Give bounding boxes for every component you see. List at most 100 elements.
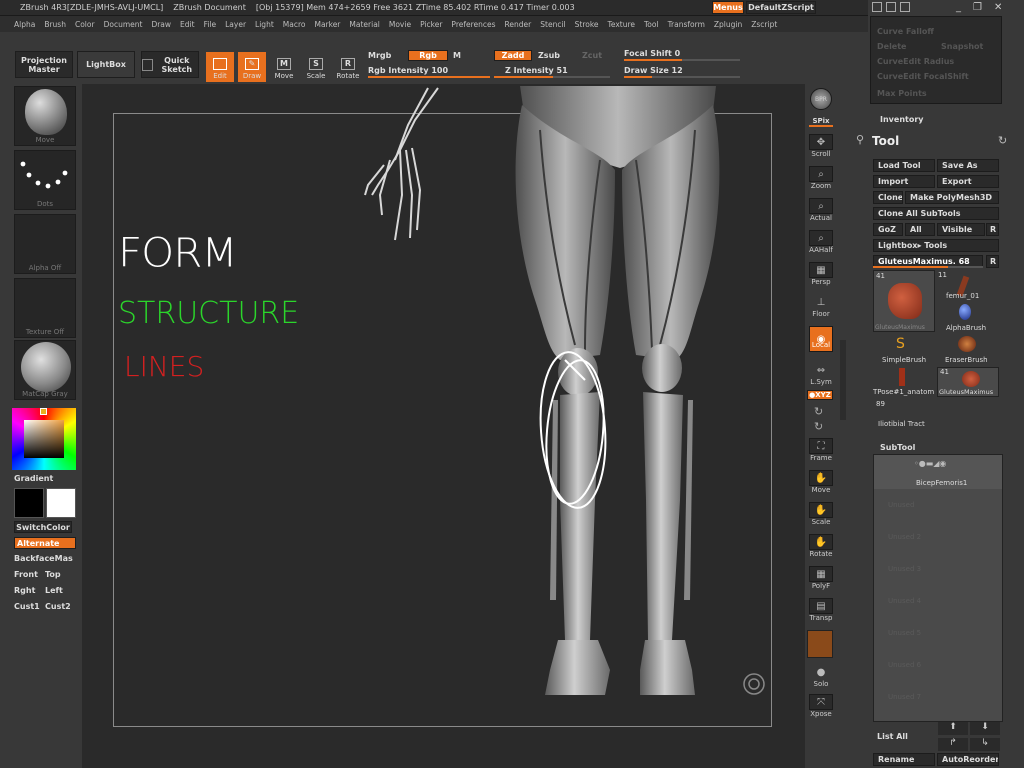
tool-panel-title[interactable]: Tool	[872, 134, 899, 148]
texture-picker[interactable]: Texture Off	[14, 278, 76, 338]
projection-master-button[interactable]: Projection Master	[15, 51, 73, 78]
goz-all-button[interactable]: All	[905, 223, 935, 236]
menu-item-macro[interactable]: Macro	[283, 20, 306, 29]
menu-item-layer[interactable]: Layer	[225, 20, 246, 29]
menu-item-color[interactable]: Color	[75, 20, 95, 29]
rgb-button[interactable]: Rgb	[408, 50, 448, 61]
tool-simplebrush[interactable]: SimpleBrush	[882, 356, 926, 364]
draw-button[interactable]: ✎ Draw	[238, 52, 266, 82]
zadd-button[interactable]: Zadd	[494, 50, 532, 61]
color-picker[interactable]	[12, 408, 76, 470]
spix-button[interactable]: SPix	[808, 117, 834, 127]
xpose-button[interactable]: ⤧ Xpose	[808, 694, 834, 718]
menu-item-render[interactable]: Render	[505, 20, 532, 29]
frame-button[interactable]: ⛶ Frame	[808, 438, 834, 462]
secondary-color-swatch[interactable]	[14, 488, 44, 518]
menus-button[interactable]: Menus	[712, 1, 744, 14]
max-points-slider[interactable]: Max Points	[877, 89, 927, 98]
tool-pin-icon[interactable]: ⚲	[856, 133, 864, 146]
list-all-button[interactable]: List All	[873, 729, 935, 743]
menu-item-brush[interactable]: Brush	[44, 20, 66, 29]
persp-button[interactable]: ▦ Persp	[808, 262, 834, 286]
top-view-button[interactable]: Top	[45, 570, 61, 579]
local-button[interactable]: ◉ Local	[808, 326, 834, 352]
menu-item-stencil[interactable]: Stencil	[540, 20, 565, 29]
front-view-button[interactable]: Front	[14, 570, 38, 579]
menu-item-light[interactable]: Light	[255, 20, 274, 29]
z-intensity-slider[interactable]	[494, 76, 610, 78]
brush-picker[interactable]: Move	[14, 86, 76, 146]
alpha-picker[interactable]: Alpha Off	[14, 214, 76, 274]
rename-button[interactable]: Rename	[873, 753, 935, 766]
save-as-button[interactable]: Save As	[937, 159, 999, 172]
material-picker[interactable]: MatCap Gray	[14, 340, 76, 400]
menu-item-transform[interactable]: Transform	[668, 20, 705, 29]
curveedit-radius-slider[interactable]: CurveEdit Radius	[877, 57, 954, 66]
arrow-down-right-icon[interactable]: ↳	[970, 738, 1000, 751]
tray-window-icon-3[interactable]	[900, 2, 910, 12]
current-tool-r-button[interactable]: R	[986, 255, 999, 268]
zsub-button[interactable]: Zsub	[538, 51, 560, 60]
make-polymesh-button[interactable]: Make PolyMesh3D	[905, 191, 999, 204]
import-button[interactable]: Import	[873, 175, 935, 188]
goz-visible-button[interactable]: Visible	[937, 223, 985, 236]
lightbox-button[interactable]: LightBox	[77, 51, 135, 78]
menu-item-zscript[interactable]: Zscript	[751, 20, 777, 29]
draw-size-slider[interactable]	[624, 76, 740, 78]
tool-thumb-gluteus2[interactable]: 41 GluteusMaximus	[937, 367, 999, 397]
tray-window-icon-1[interactable]	[872, 2, 882, 12]
bpr-button[interactable]: BPR	[808, 88, 834, 110]
move-up-icon[interactable]: ⬆	[938, 722, 968, 735]
load-tool-button[interactable]: Load Tool	[873, 159, 935, 172]
default-zscript-button[interactable]: DefaultZScript	[746, 1, 816, 14]
edit-button[interactable]: Edit	[206, 52, 234, 82]
transp-button[interactable]: ▤ Transp	[808, 598, 834, 622]
menu-item-tool[interactable]: Tool	[644, 20, 659, 29]
custom1-view-button[interactable]: Cust1	[14, 602, 40, 611]
solo-button[interactable]: ● Solo	[808, 664, 834, 689]
alternate-button[interactable]: Alternate	[14, 537, 76, 549]
inventory-button[interactable]: Inventory	[880, 115, 924, 124]
tool-alphabrush[interactable]: AlphaBrush	[946, 324, 986, 332]
tool-refresh-icon[interactable]: ↻	[998, 134, 1007, 147]
snapshot-button[interactable]: Snapshot	[941, 42, 983, 51]
xyz-button[interactable]: ●XYZ	[807, 390, 833, 400]
custom2-view-button[interactable]: Cust2	[45, 602, 71, 611]
clone-button[interactable]: Clone	[873, 191, 903, 204]
zcut-button[interactable]: Zcut	[582, 51, 602, 60]
mrgb-button[interactable]: Mrgb	[368, 51, 391, 60]
tool-femur[interactable]: femur_01	[946, 292, 979, 300]
menu-item-marker[interactable]: Marker	[314, 20, 340, 29]
backface-mask-button[interactable]: BackfaceMas	[14, 554, 73, 563]
goz-r-button[interactable]: R	[986, 223, 999, 236]
tool-thumb-gluteus[interactable]: 41 GluteusMaximus	[873, 270, 935, 332]
close-icon[interactable]: ✕	[994, 2, 1002, 13]
primary-color-swatch[interactable]	[46, 488, 76, 518]
tool-iliotibial[interactable]: Iliotibial Tract	[878, 420, 925, 428]
minimize-icon[interactable]: _	[956, 2, 961, 13]
menu-item-draw[interactable]: Draw	[151, 20, 171, 29]
ghost-button[interactable]	[807, 630, 833, 658]
menu-item-picker[interactable]: Picker	[420, 20, 442, 29]
right-view-button[interactable]: Rght	[14, 586, 35, 595]
subtool-panel-title[interactable]: SubTool	[880, 443, 915, 452]
delete-button[interactable]: Delete	[877, 42, 906, 51]
menu-item-texture[interactable]: Texture	[608, 20, 635, 29]
menu-item-alpha[interactable]: Alpha	[14, 20, 35, 29]
scroll-button[interactable]: ✥ Scroll	[808, 134, 834, 158]
floor-button[interactable]: ⊥ Floor	[808, 294, 834, 319]
shelf-scrollbar[interactable]	[840, 340, 846, 420]
menu-item-material[interactable]: Material	[349, 20, 379, 29]
autoreorder-button[interactable]: AutoReorder	[937, 753, 999, 766]
stroke-picker[interactable]: Dots	[14, 150, 76, 210]
rotate-z-icon[interactable]: ↻	[814, 420, 823, 433]
scale-button[interactable]: ✋ Scale	[808, 502, 834, 526]
polyf-button[interactable]: ▦ PolyF	[808, 566, 834, 590]
tool-eraserbrush[interactable]: EraserBrush	[945, 356, 988, 364]
left-view-button[interactable]: Left	[45, 586, 63, 595]
navigation-widget-icon[interactable]	[743, 673, 765, 695]
menu-item-movie[interactable]: Movie	[389, 20, 411, 29]
curveedit-focalshift-slider[interactable]: CurveEdit FocalShift	[877, 72, 969, 81]
aahalf-button[interactable]: ⌕ AAHalf	[808, 230, 834, 254]
menu-item-stroke[interactable]: Stroke	[575, 20, 599, 29]
